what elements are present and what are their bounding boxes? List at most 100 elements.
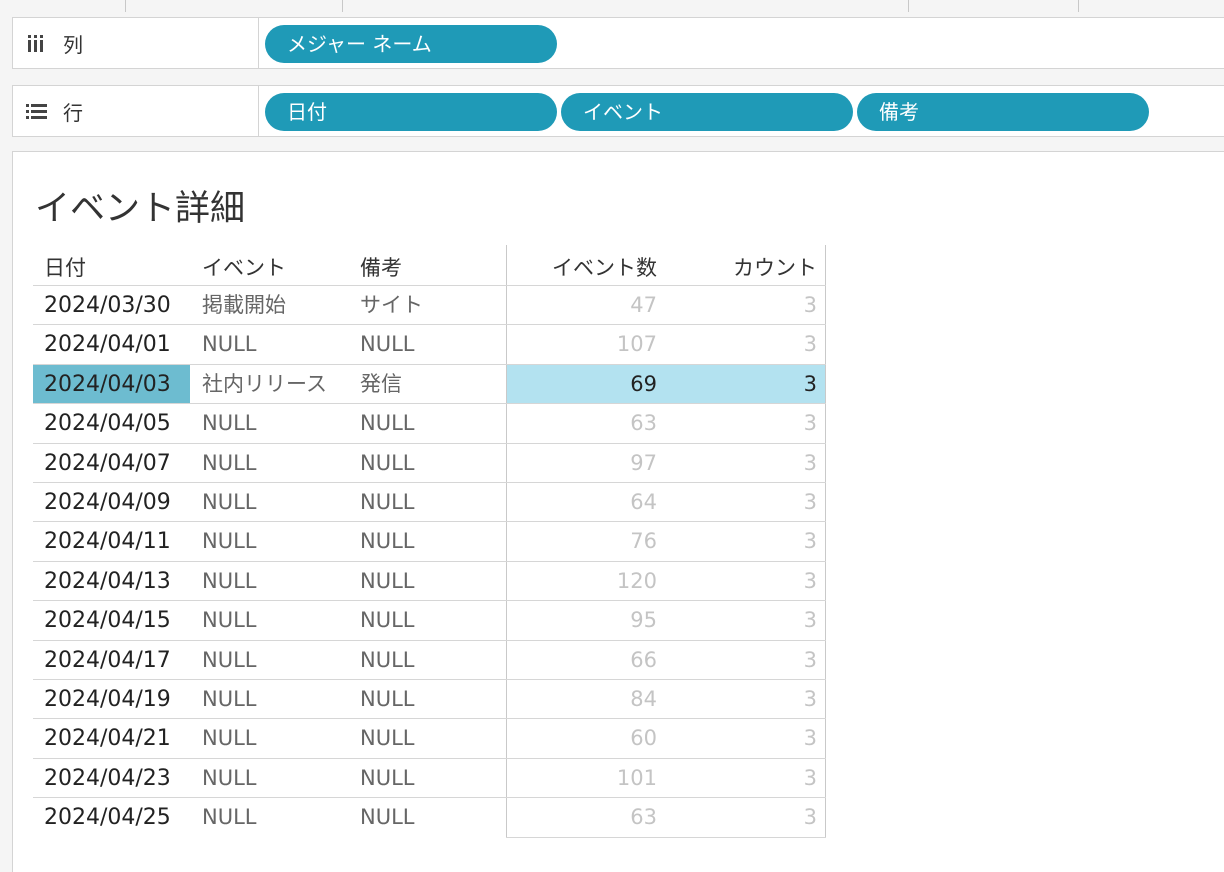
cell-event[interactable]: NULL (202, 444, 256, 483)
pill-note[interactable]: 備考 (857, 93, 1149, 131)
header-date[interactable]: 日付 (44, 252, 86, 282)
cell-event-count[interactable]: 120 (507, 562, 657, 601)
pill-date[interactable]: 日付 (265, 93, 557, 131)
cell-date[interactable]: 2024/04/13 (44, 562, 171, 601)
table-row[interactable]: 2024/04/11 NULL NULL 76 3 (33, 522, 826, 561)
cell-count[interactable]: 3 (657, 601, 817, 640)
pill-event[interactable]: イベント (561, 93, 853, 131)
table-row[interactable]: 2024/03/30 掲載開始 サイト 47 3 (33, 286, 826, 325)
cell-event[interactable]: 掲載開始 (202, 286, 286, 325)
cell-count[interactable]: 3 (657, 365, 817, 404)
header-count[interactable]: カウント (657, 252, 817, 282)
cell-count[interactable]: 3 (657, 522, 817, 561)
cell-note[interactable]: NULL (360, 798, 414, 837)
table-row[interactable]: 2024/04/17 NULL NULL 66 3 (33, 641, 826, 680)
cell-date[interactable]: 2024/04/15 (44, 601, 171, 640)
cell-count[interactable]: 3 (657, 719, 817, 758)
cell-event-count[interactable]: 63 (507, 404, 657, 443)
table-row[interactable]: 2024/04/15 NULL NULL 95 3 (33, 601, 826, 640)
cell-event-count[interactable]: 84 (507, 680, 657, 719)
table-row[interactable]: 2024/04/25 NULL NULL 63 3 (33, 798, 826, 837)
rows-shelf[interactable]: 行 日付 イベント 備考 (12, 85, 1224, 137)
cell-event[interactable]: NULL (202, 798, 256, 837)
table-row[interactable]: 2024/04/09 NULL NULL 64 3 (33, 483, 826, 522)
table-row[interactable]: 2024/04/03 社内リリース 発信 69 3 (33, 364, 826, 404)
table-row[interactable]: 2024/04/21 NULL NULL 60 3 (33, 719, 826, 758)
table-row[interactable]: 2024/04/05 NULL NULL 63 3 (33, 404, 826, 443)
cell-date[interactable]: 2024/04/21 (44, 719, 171, 758)
cell-date[interactable]: 2024/04/17 (44, 641, 171, 680)
cell-event[interactable]: NULL (202, 719, 256, 758)
cell-event[interactable]: NULL (202, 641, 256, 680)
header-event-count[interactable]: イベント数 (507, 252, 657, 282)
cell-event[interactable]: NULL (202, 483, 256, 522)
cell-count[interactable]: 3 (657, 562, 817, 601)
cell-event-count[interactable]: 95 (507, 601, 657, 640)
cell-note[interactable]: NULL (360, 444, 414, 483)
cell-event-count[interactable]: 69 (507, 365, 657, 404)
table-row[interactable]: 2024/04/19 NULL NULL 84 3 (33, 680, 826, 719)
cell-event-count[interactable]: 76 (507, 522, 657, 561)
cell-event[interactable]: NULL (202, 680, 256, 719)
table-row[interactable]: 2024/04/13 NULL NULL 120 3 (33, 562, 826, 601)
cell-event[interactable]: NULL (202, 601, 256, 640)
cell-date[interactable]: 2024/04/03 (44, 365, 171, 404)
cell-note[interactable]: NULL (360, 719, 414, 758)
cell-date[interactable]: 2024/04/01 (44, 325, 171, 364)
cell-note[interactable]: NULL (360, 404, 414, 443)
cell-date[interactable]: 2024/04/09 (44, 483, 171, 522)
cell-event-count[interactable]: 63 (507, 798, 657, 837)
cell-event-count[interactable]: 101 (507, 759, 657, 798)
cell-count[interactable]: 3 (657, 444, 817, 483)
cell-note[interactable]: NULL (360, 759, 414, 798)
pill-measure-names[interactable]: メジャー ネーム (265, 25, 557, 63)
rows-icon (25, 101, 49, 121)
cell-count[interactable]: 3 (657, 641, 817, 680)
cell-date[interactable]: 2024/04/11 (44, 522, 171, 561)
top-toolbar-strip (0, 0, 1224, 12)
cell-date[interactable]: 2024/04/25 (44, 798, 171, 837)
rows-shelf-label: 行 (13, 86, 259, 136)
cell-event-count[interactable]: 60 (507, 719, 657, 758)
cell-note[interactable]: NULL (360, 680, 414, 719)
cell-date[interactable]: 2024/04/23 (44, 759, 171, 798)
cell-date[interactable]: 2024/03/30 (44, 286, 171, 325)
cell-event[interactable]: NULL (202, 325, 256, 364)
cell-note[interactable]: NULL (360, 562, 414, 601)
table-row[interactable]: 2024/04/07 NULL NULL 97 3 (33, 444, 826, 483)
cell-event-count[interactable]: 107 (507, 325, 657, 364)
table-row[interactable]: 2024/04/01 NULL NULL 107 3 (33, 325, 826, 364)
cell-date[interactable]: 2024/04/07 (44, 444, 171, 483)
table-row[interactable]: 2024/04/23 NULL NULL 101 3 (33, 759, 826, 798)
cell-event[interactable]: NULL (202, 562, 256, 601)
cell-note[interactable]: NULL (360, 483, 414, 522)
cell-date[interactable]: 2024/04/19 (44, 680, 171, 719)
cell-event-count[interactable]: 97 (507, 444, 657, 483)
cell-event[interactable]: NULL (202, 404, 256, 443)
cell-count[interactable]: 3 (657, 404, 817, 443)
columns-shelf[interactable]: 列 メジャー ネーム (12, 17, 1224, 69)
cell-count[interactable]: 3 (657, 680, 817, 719)
cell-count[interactable]: 3 (657, 325, 817, 364)
cell-note[interactable]: NULL (360, 325, 414, 364)
cell-count[interactable]: 3 (657, 759, 817, 798)
cell-date[interactable]: 2024/04/05 (44, 404, 171, 443)
cell-count[interactable]: 3 (657, 286, 817, 325)
cell-event[interactable]: 社内リリース (202, 365, 327, 404)
cell-event-count[interactable]: 64 (507, 483, 657, 522)
rows-label: 行 (63, 100, 83, 125)
cell-event[interactable]: NULL (202, 522, 256, 561)
cell-note[interactable]: NULL (360, 641, 414, 680)
header-note[interactable]: 備考 (360, 252, 402, 282)
toolbar-divider (125, 0, 126, 12)
cell-event[interactable]: NULL (202, 759, 256, 798)
cell-count[interactable]: 3 (657, 798, 817, 837)
cell-event-count[interactable]: 47 (507, 286, 657, 325)
cell-event-count[interactable]: 66 (507, 641, 657, 680)
cell-note[interactable]: 発信 (360, 365, 402, 404)
cell-note[interactable]: NULL (360, 601, 414, 640)
cell-note[interactable]: サイト (360, 286, 423, 325)
cell-count[interactable]: 3 (657, 483, 817, 522)
cell-note[interactable]: NULL (360, 522, 414, 561)
header-event[interactable]: イベント (202, 252, 286, 282)
